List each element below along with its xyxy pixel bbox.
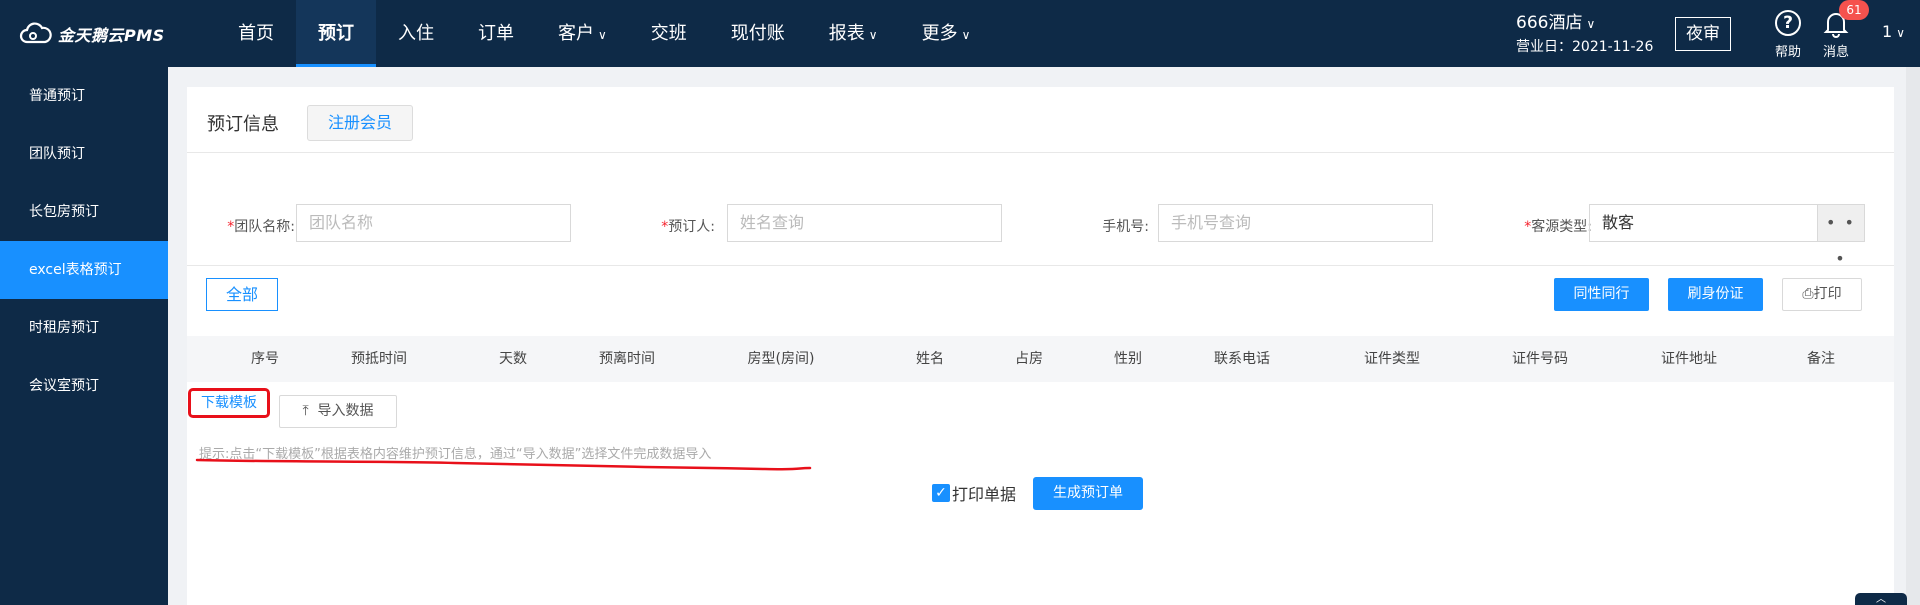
column-header: 预抵时间 (351, 351, 407, 367)
nav-item-label: 更多 (921, 23, 958, 44)
print-button[interactable]: ⎙打印 (1782, 278, 1862, 311)
column-header: 占房 (1015, 351, 1043, 367)
nav-item-label: 订单 (478, 23, 514, 44)
column-header: 证件地址 (1661, 351, 1717, 367)
messages-button[interactable]: 61 消息 (1818, 0, 1869, 60)
column-header: 姓名 (916, 351, 944, 367)
nav-item-8[interactable]: 更多 ∨ (900, 0, 993, 67)
sidebar: 普通预订 团队预订 长包房预订 excel表格预订 时租房预订 会议室预订 (0, 67, 168, 605)
column-header: 联系电话 (1214, 351, 1270, 367)
app-logo[interactable]: 金天鹅云PMS (18, 20, 165, 48)
booker-label: *预订人: (661, 219, 715, 235)
nav-item-label: 入住 (398, 23, 434, 44)
booking-panel: 预订信息 注册会员 *团队名称: 团队名称 *预订人: 姓名查询 手机号: 手机… (187, 87, 1894, 605)
column-header: 天数 (499, 351, 527, 367)
column-header: 证件号码 (1512, 351, 1568, 367)
download-template-link[interactable]: 下载模板 (188, 388, 270, 418)
nav-item-2[interactable]: 入住 (376, 0, 456, 67)
chevron-down-icon: ∨ (1586, 17, 1596, 31)
main-nav: 首页 预订 入住 订单 客户 ∨ 交班 现付账 报表 ∨ 更多 ∨ (216, 0, 992, 67)
nav-item-5[interactable]: 交班 (629, 0, 709, 67)
nav-item-label: 交班 (650, 23, 687, 44)
print-receipt-checkbox[interactable]: ✓ 打印单据 (932, 481, 1016, 505)
sidebar-item-4[interactable]: 时租房预订 (0, 299, 168, 357)
source-type-label: *客源类型: (1524, 219, 1592, 235)
phone-label: 手机号: (1102, 219, 1149, 235)
help-button[interactable]: ? 帮助 (1770, 10, 1806, 60)
sidebar-item-3[interactable]: excel表格预订 (0, 241, 168, 299)
nav-item-label: 首页 (238, 23, 274, 44)
vertical-scrollbar[interactable] (1906, 67, 1920, 605)
message-count-badge: 61 (1839, 0, 1869, 20)
import-data-button[interactable]: ⤒ 导入数据 (279, 395, 397, 428)
business-date: 营业日：2021-11-26 (1516, 39, 1654, 55)
nav-item-7[interactable]: 报表 ∨ (807, 0, 900, 67)
section-title: 预订信息 (207, 114, 279, 135)
hotel-name: 666酒店 (1516, 13, 1583, 33)
column-header: 性别 (1114, 351, 1142, 367)
print-receipt-label: 打印单据 (952, 485, 1017, 504)
team-name-input[interactable]: 团队名称 (296, 204, 571, 242)
more-options-button[interactable]: • • • (1818, 204, 1865, 268)
column-header: 备注 (1807, 351, 1835, 367)
column-header: 证件类型 (1364, 351, 1420, 367)
column-header: 预离时间 (599, 351, 655, 367)
divider (187, 265, 1894, 266)
printer-icon: ⎙ (1802, 286, 1814, 302)
booker-input[interactable]: 姓名查询 (727, 204, 1002, 242)
team-name-label: *团队名称: (227, 219, 295, 235)
help-label: 帮助 (1774, 45, 1801, 60)
nav-item-1[interactable]: 预订 (296, 0, 376, 67)
help-icon: ? (1775, 10, 1801, 36)
hotel-switcher[interactable]: 666酒店 ∨ 营业日：2021-11-26 (1516, 12, 1653, 57)
column-header: 序号 (251, 351, 279, 367)
nav-item-3[interactable]: 订单 (456, 0, 536, 67)
chevron-down-icon: ∨ (961, 28, 971, 42)
chevron-down-icon: ∨ (868, 28, 878, 42)
sidebar-item-1[interactable]: 团队预订 (0, 125, 168, 183)
upload-icon: ⤒ (302, 403, 309, 419)
user-menu[interactable]: 1 ∨ (1882, 22, 1905, 41)
checkbox-checked-icon: ✓ (932, 484, 950, 502)
source-type-input[interactable]: 散客 (1589, 204, 1818, 242)
app-logo-text: 金天鹅云PMS (58, 26, 165, 45)
section-header: 预订信息 注册会员 (187, 87, 1894, 153)
nav-item-label: 报表 (828, 23, 865, 44)
column-header: 房型(房间) (747, 351, 815, 367)
nav-item-6[interactable]: 现付账 (709, 0, 807, 67)
booking-form: *团队名称: 团队名称 *预订人: 姓名查询 手机号: 手机号查询 *客源类型:… (187, 204, 1894, 268)
all-button[interactable]: 全部 (206, 278, 278, 311)
cloud-logo-icon (19, 22, 52, 44)
generate-order-button[interactable]: 生成预订单 (1033, 477, 1143, 510)
swipe-id-button[interactable]: 刷身份证 (1668, 278, 1763, 311)
nav-item-4[interactable]: 客户 ∨ (536, 0, 629, 67)
chevron-down-icon: ∨ (1896, 26, 1905, 40)
top-bar: 金天鹅云PMS 首页 预订 入住 订单 客户 ∨ 交班 现付账 报表 ∨ 更多 ∨ 666酒店 ∨ 营业… (0, 0, 1920, 67)
register-member-button[interactable]: 注册会员 (307, 105, 413, 141)
table-header: 序号 预抵时间 天数 预离时间 房型(房间) 姓名 占房 性别 联系电话 证件类型 证件号码 证件地址… (187, 336, 1894, 382)
chevron-down-icon: ∨ (598, 28, 607, 42)
same-travel-button[interactable]: 同性同行 (1554, 278, 1649, 311)
night-audit-button[interactable]: 夜审 (1675, 17, 1731, 51)
user-name: 1 (1882, 22, 1893, 41)
phone-input[interactable]: 手机号查询 (1158, 204, 1433, 242)
sidebar-item-2[interactable]: 长包房预订 (0, 183, 168, 241)
nav-item-0[interactable]: 首页 (216, 0, 296, 67)
message-label: 消息 (1822, 45, 1849, 60)
nav-item-label: 客户 (558, 23, 594, 44)
scroll-top-button[interactable]: ︿ (1855, 593, 1907, 605)
red-underline-annotation (195, 458, 812, 471)
sidebar-item-0[interactable]: 普通预订 (0, 67, 168, 125)
nav-item-label: 现付账 (730, 23, 785, 44)
sidebar-item-5[interactable]: 会议室预订 (0, 357, 168, 415)
nav-item-label: 预订 (318, 23, 354, 44)
